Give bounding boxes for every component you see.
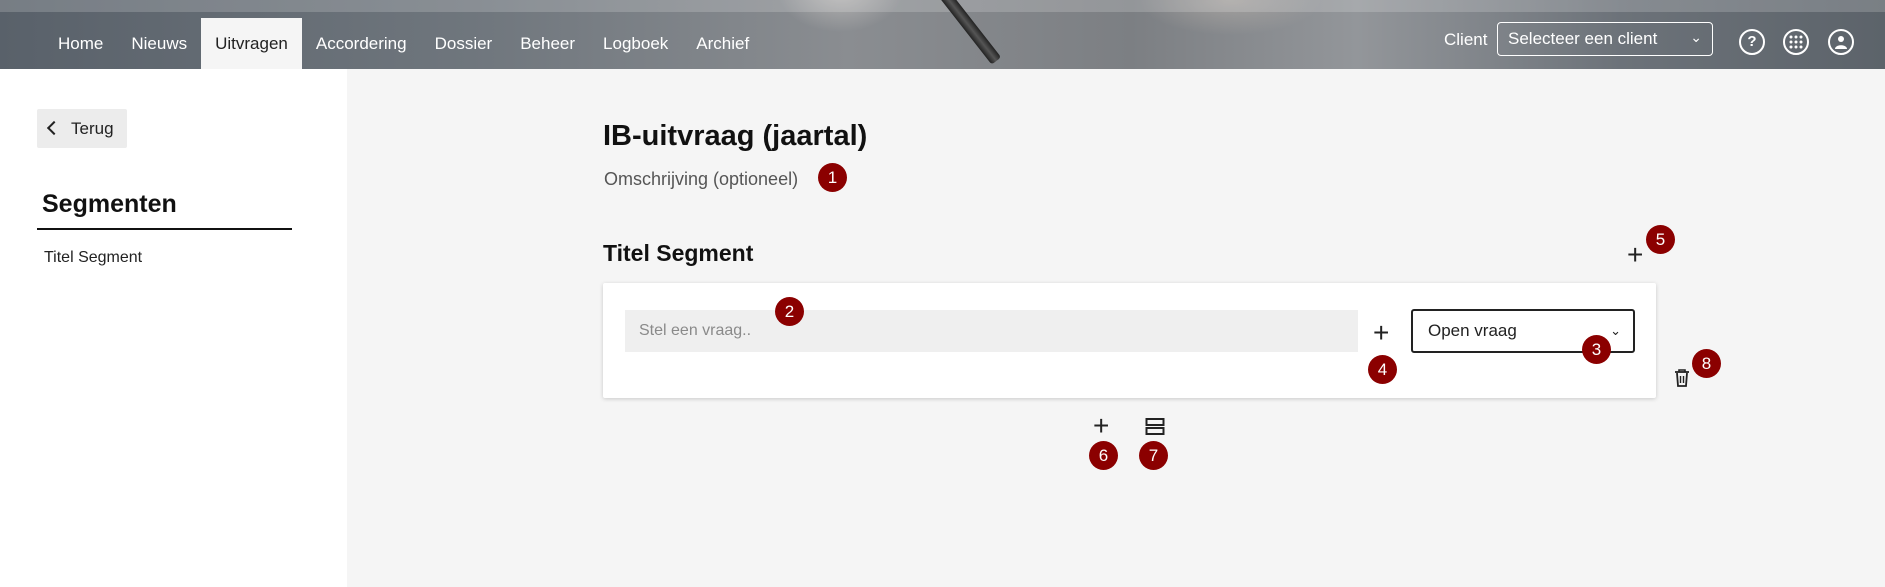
question-input[interactable] (625, 310, 1358, 352)
back-button-label: Terug (71, 119, 114, 138)
question-card: + Open vraag ⌄ (603, 283, 1656, 398)
segments-divider (37, 228, 292, 230)
nav-uitvragen[interactable]: Uitvragen (201, 18, 302, 69)
page-title[interactable]: IB-uitvraag (jaartal) (603, 120, 867, 153)
annotation-badge-8: 8 (1692, 349, 1721, 378)
help-icon[interactable]: ? (1739, 29, 1765, 55)
sidebar: Terug Segmenten Titel Segment (0, 69, 347, 587)
nav-dossier[interactable]: Dossier (421, 18, 507, 69)
chevron-down-icon: ⌄ (1610, 323, 1621, 338)
add-segment-split-icon[interactable] (1145, 418, 1165, 435)
segments-heading: Segmenten (42, 190, 177, 218)
annotation-badge-3: 3 (1582, 335, 1611, 364)
nav-accordering[interactable]: Accordering (302, 18, 421, 69)
client-select[interactable]: Selecteer een client ⌄ (1497, 22, 1713, 56)
add-option-plus-icon[interactable]: + (1373, 319, 1389, 347)
annotation-badge-6: 6 (1089, 441, 1118, 470)
back-button[interactable]: Terug (37, 109, 127, 148)
description-field[interactable]: Omschrijving (optioneel) (604, 169, 798, 190)
apps-grid-icon[interactable] (1783, 29, 1809, 55)
nav-beheer[interactable]: Beheer (506, 18, 589, 69)
client-label: Client (1444, 30, 1488, 49)
annotation-badge-4: 4 (1368, 355, 1397, 384)
question-type-value: Open vraag (1428, 321, 1517, 340)
nav-archief[interactable]: Archief (682, 18, 763, 69)
annotation-badge-5: 5 (1646, 225, 1675, 254)
client-select-value: Selecteer een client (1508, 29, 1658, 48)
nav-logboek[interactable]: Logboek (589, 18, 682, 69)
annotation-badge-7: 7 (1139, 441, 1168, 470)
chevron-down-icon: ⌄ (1690, 29, 1702, 45)
segment-title[interactable]: Titel Segment (603, 240, 753, 267)
user-profile-icon[interactable] (1828, 29, 1854, 55)
main-nav: Home Nieuws Uitvragen Accordering Dossie… (44, 18, 763, 69)
annotation-badge-1: 1 (818, 163, 847, 192)
nav-nieuws[interactable]: Nieuws (117, 18, 201, 69)
sidebar-segment-item[interactable]: Titel Segment (44, 249, 142, 267)
top-header: Home Nieuws Uitvragen Accordering Dossie… (0, 0, 1885, 69)
nav-home[interactable]: Home (44, 18, 117, 69)
delete-trash-icon[interactable] (1674, 369, 1690, 387)
chevron-left-icon (46, 120, 62, 136)
annotation-badge-2: 2 (775, 297, 804, 326)
add-segment-plus-icon[interactable]: + (1627, 241, 1643, 269)
add-question-plus-icon[interactable]: + (1093, 412, 1109, 440)
